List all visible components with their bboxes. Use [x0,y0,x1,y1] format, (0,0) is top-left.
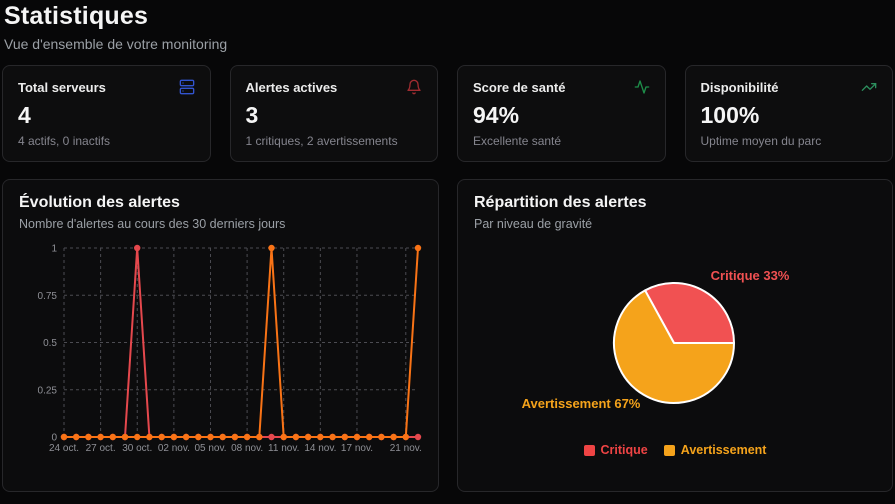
server-icon [179,79,195,95]
svg-text:02 nov.: 02 nov. [158,443,190,454]
alert-evolution-chart: 0 0.25 0.5 0.75 1 24 oct. 27 oct. 30 oct. 02 nov… [38,244,422,455]
card-value: 3 [245,102,259,128]
activity-icon [634,79,650,95]
legend-label: Avertissement [680,443,767,457]
panel-subtitle: Nombre d'alertes au cours des 30 dernier… [19,217,286,231]
alert-distribution-panel: Répartition des alertes Par niveau de gr… [457,179,893,492]
svg-text:24 oct.: 24 oct. [49,443,79,454]
card-value: 4 [18,102,31,128]
panel-title: Évolution des alertes [19,194,180,211]
card-active-alerts: Alertes actives 3 1 critiques, 2 avertis… [229,65,438,162]
legend-item-critique[interactable]: Critique [583,443,648,457]
panel-title: Répartition des alertes [474,194,647,211]
card-value: 94% [473,102,520,128]
card-health-score: Score de santé 94% Excellente santé [457,65,666,162]
legend-swatch-avertissement [663,444,675,456]
card-total-servers: Total serveurs 4 4 actifs, 0 inactifs [2,65,211,162]
legend-swatch-critique [583,444,595,456]
svg-text:0: 0 [51,433,57,444]
svg-text:27 oct.: 27 oct. [86,443,116,454]
card-value: 100% [700,102,760,128]
card-label: Total serveurs [18,79,106,95]
card-label: Disponibilité [700,79,779,95]
page-title: Statistiques [4,2,149,30]
svg-text:0.75: 0.75 [38,291,58,302]
trending-up-icon [861,79,877,95]
svg-text:05 nov.: 05 nov. [194,443,226,454]
bell-icon [406,79,422,95]
svg-text:Critique 33%: Critique 33% [711,268,790,283]
legend-item-avertissement[interactable]: Avertissement [663,443,767,457]
statistics-page: Statistiques Vue d'ensemble de votre mon… [0,0,895,494]
alert-distribution-pie: Critique 33% Avertissement 67% [522,268,790,411]
card-sub: 4 actifs, 0 inactifs [18,134,111,148]
stat-cards-row: Total serveurs 4 4 actifs, 0 inactifs Al… [2,65,893,162]
page-subtitle: Vue d'ensemble de votre monitoring [4,36,228,52]
svg-text:14 nov.: 14 nov. [304,443,336,454]
svg-text:21 nov.: 21 nov. [390,443,422,454]
charts-row: Évolution des alertes Nombre d'alertes a… [2,179,893,492]
panel-subtitle: Par niveau de gravité [474,217,593,231]
svg-text:17 nov.: 17 nov. [341,443,373,454]
card-availability: Disponibilité 100% Uptime moyen du parc [684,65,893,162]
svg-text:11 nov.: 11 nov. [268,443,299,454]
svg-text:30 oct.: 30 oct. [122,443,152,454]
alert-evolution-panel: Évolution des alertes Nombre d'alertes a… [2,179,439,492]
legend-label: Critique [600,443,648,457]
pie-legend: Critique Avertissement [474,443,876,457]
card-sub: 1 critiques, 2 avertissements [245,134,398,148]
svg-text:0.25: 0.25 [38,385,58,396]
card-sub: Uptime moyen du parc [700,134,822,148]
svg-text:Avertissement 67%: Avertissement 67% [522,396,641,411]
svg-text:0.5: 0.5 [43,338,57,349]
card-label: Score de santé [473,79,566,95]
card-sub: Excellente santé [473,134,562,148]
svg-text:1: 1 [51,244,57,255]
card-label: Alertes actives [245,79,338,95]
svg-text:08 nov.: 08 nov. [231,443,263,454]
